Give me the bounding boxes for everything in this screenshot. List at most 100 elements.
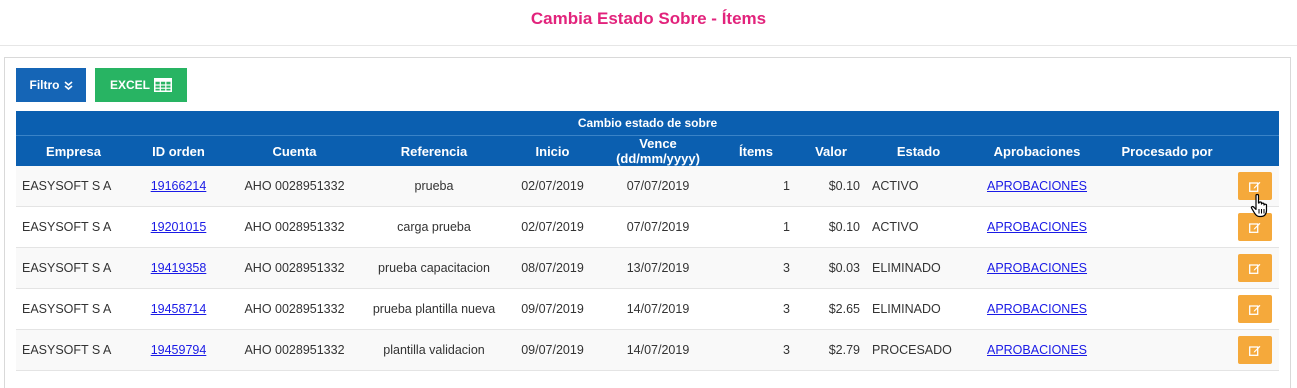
cell-valor: $2.79: [796, 329, 866, 371]
table-row: EASYSOFT S A 19166214 AHO 0028951332 pru…: [16, 166, 1279, 207]
order-id-link[interactable]: 19201015: [151, 220, 207, 234]
cell-estado: ACTIVO: [866, 166, 971, 207]
cell-id-orden: 19419358: [131, 247, 226, 289]
column-header-procesado-por[interactable]: Procesado por: [1103, 136, 1231, 166]
table-header-row: Empresa ID orden Cuenta Referencia Inici…: [16, 136, 1279, 166]
column-header-referencia[interactable]: Referencia: [363, 136, 505, 166]
spreadsheet-grid-icon: [154, 78, 172, 92]
order-id-link[interactable]: 19166214: [151, 179, 207, 193]
column-header-empresa[interactable]: Empresa: [16, 136, 131, 166]
cell-vence: 13/07/2019: [600, 247, 716, 289]
cell-estado: PROCESADO: [866, 329, 971, 371]
aprobaciones-link[interactable]: APROBACIONES: [987, 179, 1087, 193]
cell-empresa: EASYSOFT S A: [16, 247, 131, 289]
cell-estado: ELIMINADO: [866, 288, 971, 330]
aprobaciones-link[interactable]: APROBACIONES: [987, 220, 1087, 234]
cell-inicio: 02/07/2019: [505, 206, 600, 248]
column-header-aprobaciones[interactable]: Aprobaciones: [971, 136, 1103, 166]
column-header-actions: [1231, 136, 1279, 166]
orders-table-container: Cambio estado de sobre Empresa ID orden …: [16, 111, 1279, 371]
cell-referencia: prueba capacitacion: [363, 247, 505, 289]
order-id-link[interactable]: 19419358: [151, 261, 207, 275]
aprobaciones-link[interactable]: APROBACIONES: [987, 343, 1087, 357]
cell-vence: 14/07/2019: [600, 329, 716, 371]
cell-procesado-por: [1103, 288, 1231, 330]
cell-vence: 07/07/2019: [600, 206, 716, 248]
cell-estado: ELIMINADO: [866, 247, 971, 289]
cell-aprobaciones: APROBACIONES: [971, 206, 1103, 248]
cell-items: 1: [716, 166, 796, 207]
double-chevron-down-icon: [63, 80, 73, 90]
cell-items: 1: [716, 206, 796, 248]
aprobaciones-link[interactable]: APROBACIONES: [987, 302, 1087, 316]
page-title: Cambia Estado Sobre - Ítems: [530, 9, 767, 28]
cell-referencia: prueba plantilla nueva: [363, 288, 505, 330]
cell-empresa: EASYSOFT S A: [16, 166, 131, 207]
edit-button[interactable]: [1238, 295, 1272, 323]
cell-inicio: 02/07/2019: [505, 166, 600, 207]
cell-id-orden: 19201015: [131, 206, 226, 248]
cell-cuenta: AHO 0028951332: [226, 206, 363, 248]
cell-actions: [1231, 247, 1279, 289]
cell-aprobaciones: APROBACIONES: [971, 288, 1103, 330]
cell-id-orden: 19458714: [131, 288, 226, 330]
column-header-estado[interactable]: Estado: [866, 136, 971, 166]
column-header-valor[interactable]: Valor: [796, 136, 866, 166]
cell-cuenta: AHO 0028951332: [226, 247, 363, 289]
cell-id-orden: 19166214: [131, 166, 226, 207]
cell-cuenta: AHO 0028951332: [226, 329, 363, 371]
cell-referencia: carga prueba: [363, 206, 505, 248]
cell-referencia: plantilla validacion: [363, 329, 505, 371]
excel-export-button[interactable]: EXCEL: [95, 68, 187, 102]
cell-valor: $0.03: [796, 247, 866, 289]
cell-aprobaciones: APROBACIONES: [971, 247, 1103, 289]
cell-inicio: 08/07/2019: [505, 247, 600, 289]
cell-items: 3: [716, 247, 796, 289]
edit-icon: [1249, 222, 1261, 233]
cell-actions: [1231, 288, 1279, 330]
column-header-inicio[interactable]: Inicio: [505, 136, 600, 166]
cell-procesado-por: [1103, 206, 1231, 248]
cell-procesado-por: [1103, 166, 1231, 207]
column-header-items[interactable]: Ítems: [716, 136, 796, 166]
title-divider: [0, 45, 1297, 46]
table-caption: Cambio estado de sobre: [16, 111, 1279, 136]
orders-table: Empresa ID orden Cuenta Referencia Inici…: [16, 136, 1279, 371]
cell-inicio: 09/07/2019: [505, 288, 600, 330]
cell-procesado-por: [1103, 247, 1231, 289]
cell-aprobaciones: APROBACIONES: [971, 329, 1103, 371]
table-row: EASYSOFT S A 19419358 AHO 0028951332 pru…: [16, 247, 1279, 289]
column-header-id-orden[interactable]: ID orden: [131, 136, 226, 166]
table-row: EASYSOFT S A 19201015 AHO 0028951332 car…: [16, 206, 1279, 248]
excel-button-label: EXCEL: [109, 78, 150, 92]
cell-items: 3: [716, 329, 796, 371]
cell-valor: $0.10: [796, 206, 866, 248]
column-header-cuenta[interactable]: Cuenta: [226, 136, 363, 166]
cell-actions: [1231, 329, 1279, 371]
cell-cuenta: AHO 0028951332: [226, 166, 363, 207]
cell-empresa: EASYSOFT S A: [16, 288, 131, 330]
order-id-link[interactable]: 19459794: [151, 343, 207, 357]
edit-icon: [1249, 263, 1261, 274]
table-row: EASYSOFT S A 19458714 AHO 0028951332 pru…: [16, 288, 1279, 330]
aprobaciones-link[interactable]: APROBACIONES: [987, 261, 1087, 275]
edit-button[interactable]: [1238, 336, 1272, 364]
cell-procesado-por: [1103, 329, 1231, 371]
cell-cuenta: AHO 0028951332: [226, 288, 363, 330]
cell-valor: $2.65: [796, 288, 866, 330]
edit-icon: [1249, 345, 1261, 356]
cell-items: 3: [716, 288, 796, 330]
hand-pointer-icon: [1250, 193, 1268, 218]
filter-button[interactable]: Filtro: [16, 68, 86, 102]
cell-vence: 14/07/2019: [600, 288, 716, 330]
order-id-link[interactable]: 19458714: [151, 302, 207, 316]
cell-empresa: EASYSOFT S A: [16, 329, 131, 371]
edit-icon: [1249, 181, 1261, 192]
cell-id-orden: 19459794: [131, 329, 226, 371]
edit-icon: [1249, 304, 1261, 315]
column-header-vence[interactable]: Vence (dd/mm/yyyy): [600, 136, 716, 166]
cell-referencia: prueba: [363, 166, 505, 207]
filter-button-label: Filtro: [29, 78, 60, 92]
table-row: EASYSOFT S A 19459794 AHO 0028951332 pla…: [16, 329, 1279, 371]
edit-button[interactable]: [1238, 254, 1272, 282]
